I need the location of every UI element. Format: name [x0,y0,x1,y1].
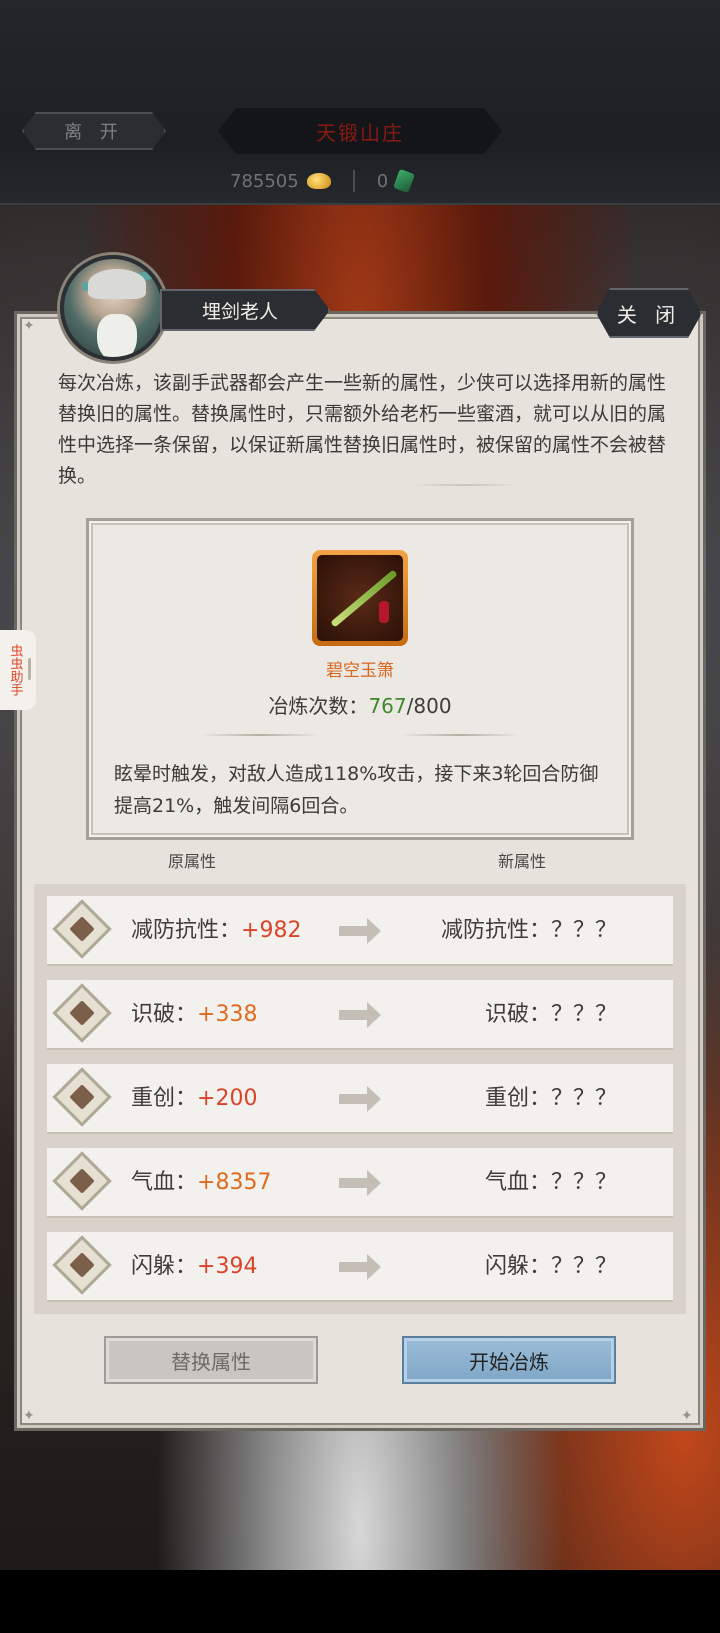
new-attribute: 重创：？？？ [484,1086,617,1111]
attribute-value: +8357 [197,1170,272,1195]
item-effect: 眩晕时触发，对敌人造成118%攻击，接下来3轮回合防御提高21%，触发间隔6回合… [114,763,599,817]
location-title: 天锻山庄 [218,108,502,154]
close-button[interactable]: 关 闭 [596,288,702,338]
start-refine-button[interactable]: 开始冶炼 [402,1336,616,1384]
new-attribute: 闪躲：？？？ [484,1254,617,1279]
attribute-name: 减防抗性： [131,918,242,943]
replace-attributes-button[interactable]: 替换属性 [104,1336,318,1384]
gold-amount: 785505 [230,170,299,192]
corner-ornament-icon: ✦ [23,318,35,334]
currency-bar: 785505 0 [230,168,416,194]
leave-button[interactable]: 离 开 [22,112,166,150]
refine-count: 冶炼次数：767/800 [220,690,500,719]
lock-gem-icon[interactable] [52,1235,112,1295]
arrow-right-icon [339,1002,381,1028]
helper-tab[interactable]: 虫虫助手 [0,630,36,710]
new-attributes-label: 新属性 [498,852,547,871]
refine-count-label: 冶炼次数： [268,694,369,718]
lock-gem-icon[interactable] [52,1151,112,1211]
lock-gem-icon[interactable] [52,899,112,959]
gold-ingot-icon [306,173,331,189]
attribute-row[interactable]: 气血：+8357 气血：？？？ [47,1148,673,1218]
npc-avatar [60,255,166,361]
attribute-row[interactable]: 识破：+338 识破：？？？ [47,980,673,1050]
divider-ornament [400,734,520,736]
attribute-value: +394 [197,1254,258,1279]
attribute-name: 重创： [131,1086,198,1111]
attribute-value: +200 [197,1086,258,1111]
old-attribute: 识破：+338 [131,980,257,1050]
old-attribute: 气血：+8357 [131,1148,271,1218]
old-attributes-label: 原属性 [168,852,217,871]
refine-count-max: /800 [406,694,452,718]
attribute-name: 气血： [131,1170,198,1195]
old-attribute: 闪躲：+394 [131,1232,257,1302]
lock-gem-icon[interactable] [52,1067,112,1127]
new-attribute: 气血：？？？ [484,1170,617,1195]
dialog-description: 每次冶炼，该副手武器都会产生一些新的属性，少侠可以选择用新的属性替换旧的属性。替… [58,372,667,487]
arrow-right-icon [339,918,381,944]
corner-ornament-icon: ✦ [681,1408,693,1424]
new-attribute: 识破：？？？ [484,1002,617,1027]
jade-icon [393,168,416,194]
attribute-row[interactable]: 减防抗性：+982 减防抗性：？？？ [47,896,673,966]
divider-ornament [410,484,520,486]
attribute-row[interactable]: 重创：+200 重创：？？？ [47,1064,673,1134]
lock-gem-icon[interactable] [52,983,112,1043]
attribute-value: +338 [197,1002,258,1027]
old-attribute: 重创：+200 [131,1064,257,1134]
old-attribute: 减防抗性：+982 [131,896,301,966]
attribute-row[interactable]: 闪躲：+394 闪躲：？？？ [47,1232,673,1302]
attribute-name: 闪躲： [131,1254,198,1279]
refine-count-current: 767 [368,694,407,718]
item-jade-flute-icon[interactable] [312,550,408,646]
attribute-name: 识破： [131,1002,198,1027]
arrow-right-icon [339,1170,381,1196]
currency-divider [352,170,355,192]
divider-ornament [200,734,320,736]
jade-amount: 0 [376,170,389,192]
npc-name: 埋剑老人 [160,289,330,331]
bottom-bar [0,1570,720,1633]
arrow-right-icon [339,1086,381,1112]
arrow-right-icon [339,1254,381,1280]
item-name: 碧空玉箫 [326,661,394,681]
new-attribute: 减防抗性：？？？ [440,918,617,943]
attribute-value: +982 [241,918,302,943]
corner-ornament-icon: ✦ [23,1408,35,1424]
